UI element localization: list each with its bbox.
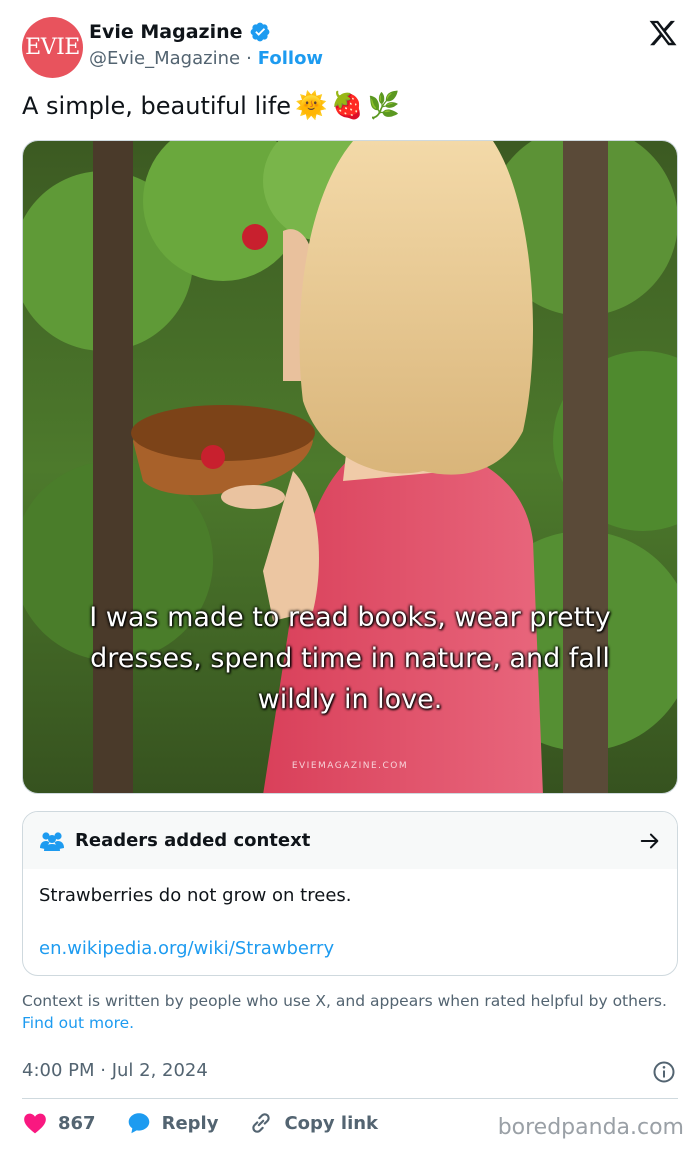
photo-watermark: EVIEMAGAZINE.COM xyxy=(291,761,409,771)
tweet-timestamp[interactable]: 4:00 PM · Jul 2, 2024 xyxy=(22,1060,208,1081)
sun-emoji: 🌞 xyxy=(295,91,328,121)
context-info: Context is written by people who use X, … xyxy=(22,990,672,1034)
caption-line: wildly in love. xyxy=(257,684,443,715)
like-button[interactable]: 867 xyxy=(22,1110,96,1136)
handle-separator: · xyxy=(246,48,252,69)
info-icon[interactable] xyxy=(652,1060,676,1084)
tweet-card: EVIE Evie Magazine @Evie_Magazine · Foll… xyxy=(0,0,700,1151)
avatar-text: EVIE xyxy=(25,35,80,60)
reply-button[interactable]: Reply xyxy=(126,1110,219,1136)
tweet-text-content: A simple, beautiful life xyxy=(22,92,292,120)
community-note-header[interactable]: Readers added context xyxy=(23,812,677,869)
people-icon xyxy=(40,831,64,851)
community-note: Readers added context Strawberries do no… xyxy=(22,811,678,976)
find-out-more-link[interactable]: Find out more. xyxy=(22,1014,134,1032)
source-credit: boredpanda.com xyxy=(497,1115,684,1140)
speech-bubble-icon xyxy=(128,1113,149,1134)
author-handle-row: @Evie_Magazine · Follow xyxy=(89,48,323,69)
arrow-right-icon[interactable] xyxy=(639,830,661,852)
author-name-row: Evie Magazine xyxy=(89,21,271,43)
action-bar: 867 Reply Copy link xyxy=(22,1110,408,1136)
strawberry-emoji: 🍓 xyxy=(331,91,364,121)
author-handle[interactable]: @Evie_Magazine xyxy=(89,48,240,69)
caption-line: I was made to read books, wear pretty xyxy=(89,602,611,633)
like-count: 867 xyxy=(58,1112,96,1134)
context-info-text: Context is written by people who use X, … xyxy=(22,992,667,1010)
verified-badge-icon xyxy=(250,22,269,42)
avatar[interactable]: EVIE xyxy=(22,17,83,78)
community-note-title: Readers added context xyxy=(75,830,311,851)
copy-link-label: Copy link xyxy=(284,1112,379,1134)
copy-link-button[interactable]: Copy link xyxy=(248,1110,378,1136)
photo-caption-overlay: I was made to read books, wear pretty dr… xyxy=(23,597,677,720)
divider xyxy=(22,1098,678,1099)
follow-button[interactable]: Follow xyxy=(258,48,323,69)
link-icon xyxy=(252,1113,271,1133)
x-logo-icon[interactable] xyxy=(648,18,678,48)
community-note-link[interactable]: en.wikipedia.org/wiki/Strawberry xyxy=(39,938,334,959)
community-note-body: Strawberries do not grow on trees. xyxy=(39,885,352,906)
heart-icon xyxy=(24,1113,46,1134)
herb-emoji: 🌿 xyxy=(367,91,401,121)
tweet-text: A simple, beautiful life 🌞 🍓 🌿 xyxy=(22,92,400,120)
reply-label: Reply xyxy=(161,1112,219,1134)
tweet-photo[interactable]: I was made to read books, wear pretty dr… xyxy=(22,140,678,794)
caption-line: dresses, spend time in nature, and fall xyxy=(90,643,610,674)
author-name[interactable]: Evie Magazine xyxy=(89,21,243,43)
